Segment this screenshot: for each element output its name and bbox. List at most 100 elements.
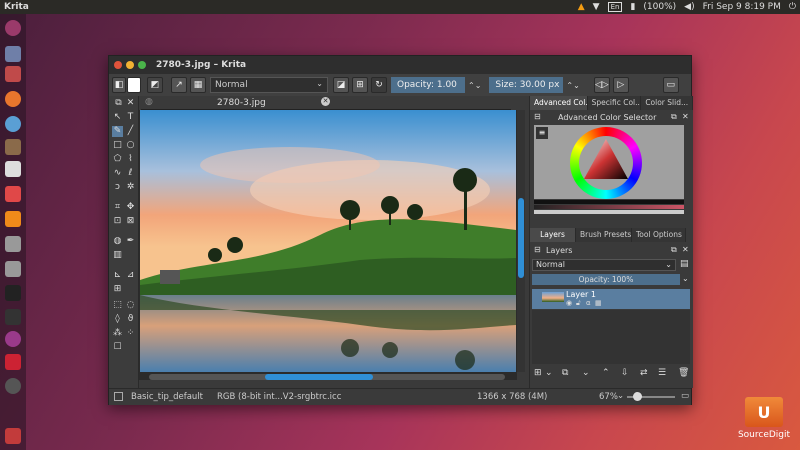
dash-icon[interactable]: [5, 20, 21, 36]
document-tab-close-icon[interactable]: ✕: [321, 97, 330, 106]
reload-preset-icon[interactable]: ↻: [371, 77, 387, 93]
tab-specific-color[interactable]: Specific Col...: [587, 96, 642, 110]
files-red-icon[interactable]: [5, 66, 21, 82]
similar-select-tool[interactable]: ⁘: [125, 328, 136, 339]
maximize-icon[interactable]: [138, 61, 146, 69]
close-icon[interactable]: [114, 61, 122, 69]
edit-brush-icon[interactable]: ↗: [171, 77, 187, 93]
toolbox-float-icon[interactable]: ⧉: [113, 98, 124, 109]
shade-strip[interactable]: [534, 200, 684, 204]
sourcedigit-folder-icon[interactable]: U: [745, 397, 783, 427]
merge-down-icon[interactable]: ⇩: [621, 368, 629, 378]
duplicate-layer-icon[interactable]: ⧉: [562, 368, 568, 378]
trash-icon[interactable]: [5, 428, 21, 444]
freehand-path-tool[interactable]: ℓ: [125, 168, 136, 179]
fill-tool[interactable]: ◍: [112, 236, 123, 247]
polygon-select-tool[interactable]: ◊: [112, 314, 123, 325]
firefox-icon[interactable]: [5, 91, 21, 107]
docker-close-icon[interactable]: ✕: [682, 112, 689, 121]
mirror-vertical-icon[interactable]: ▷: [612, 77, 629, 93]
tab-brush-presets[interactable]: Brush Presets: [576, 228, 632, 242]
zoom-dropdown-icon[interactable]: ⌄: [617, 391, 624, 401]
ellipse-tool[interactable]: ○: [125, 140, 136, 151]
layer-visibility-icon[interactable]: ◉: [566, 299, 572, 307]
notes-icon[interactable]: [5, 161, 21, 177]
workspace-icon[interactable]: ▭: [662, 77, 679, 93]
games-icon[interactable]: [5, 186, 21, 202]
layers-float-icon[interactable]: ⧉: [671, 245, 677, 255]
layer-lock-icon[interactable]: 🔓︎: [576, 299, 581, 308]
transform-tool[interactable]: ⊡: [112, 216, 123, 227]
fg-color-swatch[interactable]: [127, 77, 141, 93]
terminal2-icon[interactable]: [5, 309, 21, 325]
opacity-stepper-icon[interactable]: ⌃⌄: [468, 81, 481, 90]
wifi-icon[interactable]: ▼: [593, 2, 600, 12]
line-tool[interactable]: ╱: [125, 126, 136, 137]
bezier-tool[interactable]: ∿: [112, 168, 123, 179]
move-layer-down-icon[interactable]: ⌄: [582, 368, 590, 378]
battery-percent[interactable]: (100%): [643, 2, 676, 12]
rect-select-tool[interactable]: ⬚: [112, 300, 123, 311]
toolbox-close-icon[interactable]: ✕: [125, 98, 136, 109]
layer-menu-icon[interactable]: ☰: [658, 368, 666, 378]
drive-icon[interactable]: [5, 236, 21, 252]
fit-screen-icon[interactable]: ▭: [681, 391, 689, 401]
minimize-icon[interactable]: [126, 61, 134, 69]
layers-close-icon[interactable]: ✕: [682, 245, 689, 254]
delete-layer-icon[interactable]: 🗑︎: [678, 368, 689, 378]
size-slider[interactable]: Size: 30.00 px: [489, 77, 564, 93]
layer-opacity-stepper-icon[interactable]: ⌄: [682, 274, 689, 283]
ellipse-select-tool[interactable]: ◌: [125, 300, 136, 311]
blend-mode-select[interactable]: Normal ⌄: [210, 77, 328, 93]
mirror-horizontal-icon[interactable]: ◁▷: [593, 77, 610, 93]
layer-opacity-slider[interactable]: Opacity: 100%: [532, 274, 680, 285]
layer-filter-icon[interactable]: ▤: [680, 259, 689, 269]
zoom-slider[interactable]: [627, 392, 675, 401]
brush-tip-icon[interactable]: [114, 392, 123, 401]
rectangle-tool[interactable]: □: [112, 140, 123, 151]
select-shape-tool[interactable]: ↖: [112, 112, 123, 123]
keyboard-icon[interactable]: En: [607, 2, 623, 12]
color-selector-settings-icon[interactable]: ≡: [536, 127, 548, 139]
desktop-folder-label[interactable]: SourceDigit: [730, 430, 798, 440]
text-tool[interactable]: T: [125, 112, 136, 123]
freehand-select-tool[interactable]: ϑ: [125, 314, 136, 325]
vlc-icon[interactable]: [5, 211, 21, 227]
alpha-lock-icon[interactable]: ⊞: [352, 77, 368, 93]
magic-wand-tool[interactable]: ⁂: [112, 328, 123, 339]
krita-launcher-icon[interactable]: [5, 378, 21, 394]
grid-tool[interactable]: ⊞: [112, 284, 123, 295]
document-tab[interactable]: 2780-3.jpg: [217, 98, 266, 108]
zoom-level[interactable]: 67%: [599, 392, 618, 402]
vlc-tray-icon[interactable]: ▲: [578, 2, 585, 12]
battery-icon[interactable]: ▮: [630, 2, 635, 12]
crop-tool[interactable]: ⌗: [112, 202, 123, 213]
tab-tool-options[interactable]: Tool Options: [632, 228, 686, 242]
layer-row[interactable]: Layer 1 ◉ 🔓︎ α ▦: [532, 289, 690, 309]
layer-properties-icon[interactable]: ⇄: [640, 368, 648, 378]
layer-blend-select[interactable]: Normal ⌄: [532, 259, 676, 271]
canvas-vertical-scrollbar[interactable]: [517, 110, 525, 372]
canvas-image[interactable]: [140, 110, 516, 372]
zoom-slider-handle[interactable]: [633, 392, 642, 401]
power-icon[interactable]: ⏻: [789, 2, 796, 12]
shade-strip-2[interactable]: [534, 205, 684, 209]
pattern-icon[interactable]: ▦: [190, 77, 206, 93]
canvas-area[interactable]: [139, 110, 517, 380]
volume-icon[interactable]: ◀): [684, 2, 694, 12]
terminal-icon[interactable]: [5, 285, 21, 301]
doc-viewer-icon[interactable]: [5, 354, 21, 370]
layer-alpha-icon[interactable]: α: [586, 299, 591, 307]
clock[interactable]: Fri Sep 9 8:19 PM: [703, 2, 781, 12]
hue-ring[interactable]: [570, 127, 642, 199]
sv-triangle[interactable]: [570, 127, 642, 199]
add-layer-icon[interactable]: ⊞: [534, 368, 542, 378]
add-layer-dropdown-icon[interactable]: ⌄: [545, 368, 553, 378]
ubuntu-tweak-icon[interactable]: [5, 331, 21, 347]
warp-tool[interactable]: ⊠: [125, 216, 136, 227]
dynamic-brush-tool[interactable]: ↄ: [112, 182, 123, 193]
color-selector-panel[interactable]: ≡: [534, 125, 684, 199]
size-stepper-icon[interactable]: ⌃⌄: [566, 81, 579, 90]
shade-strip-3[interactable]: [534, 210, 684, 214]
assistant-tool[interactable]: ⊿: [125, 270, 136, 281]
